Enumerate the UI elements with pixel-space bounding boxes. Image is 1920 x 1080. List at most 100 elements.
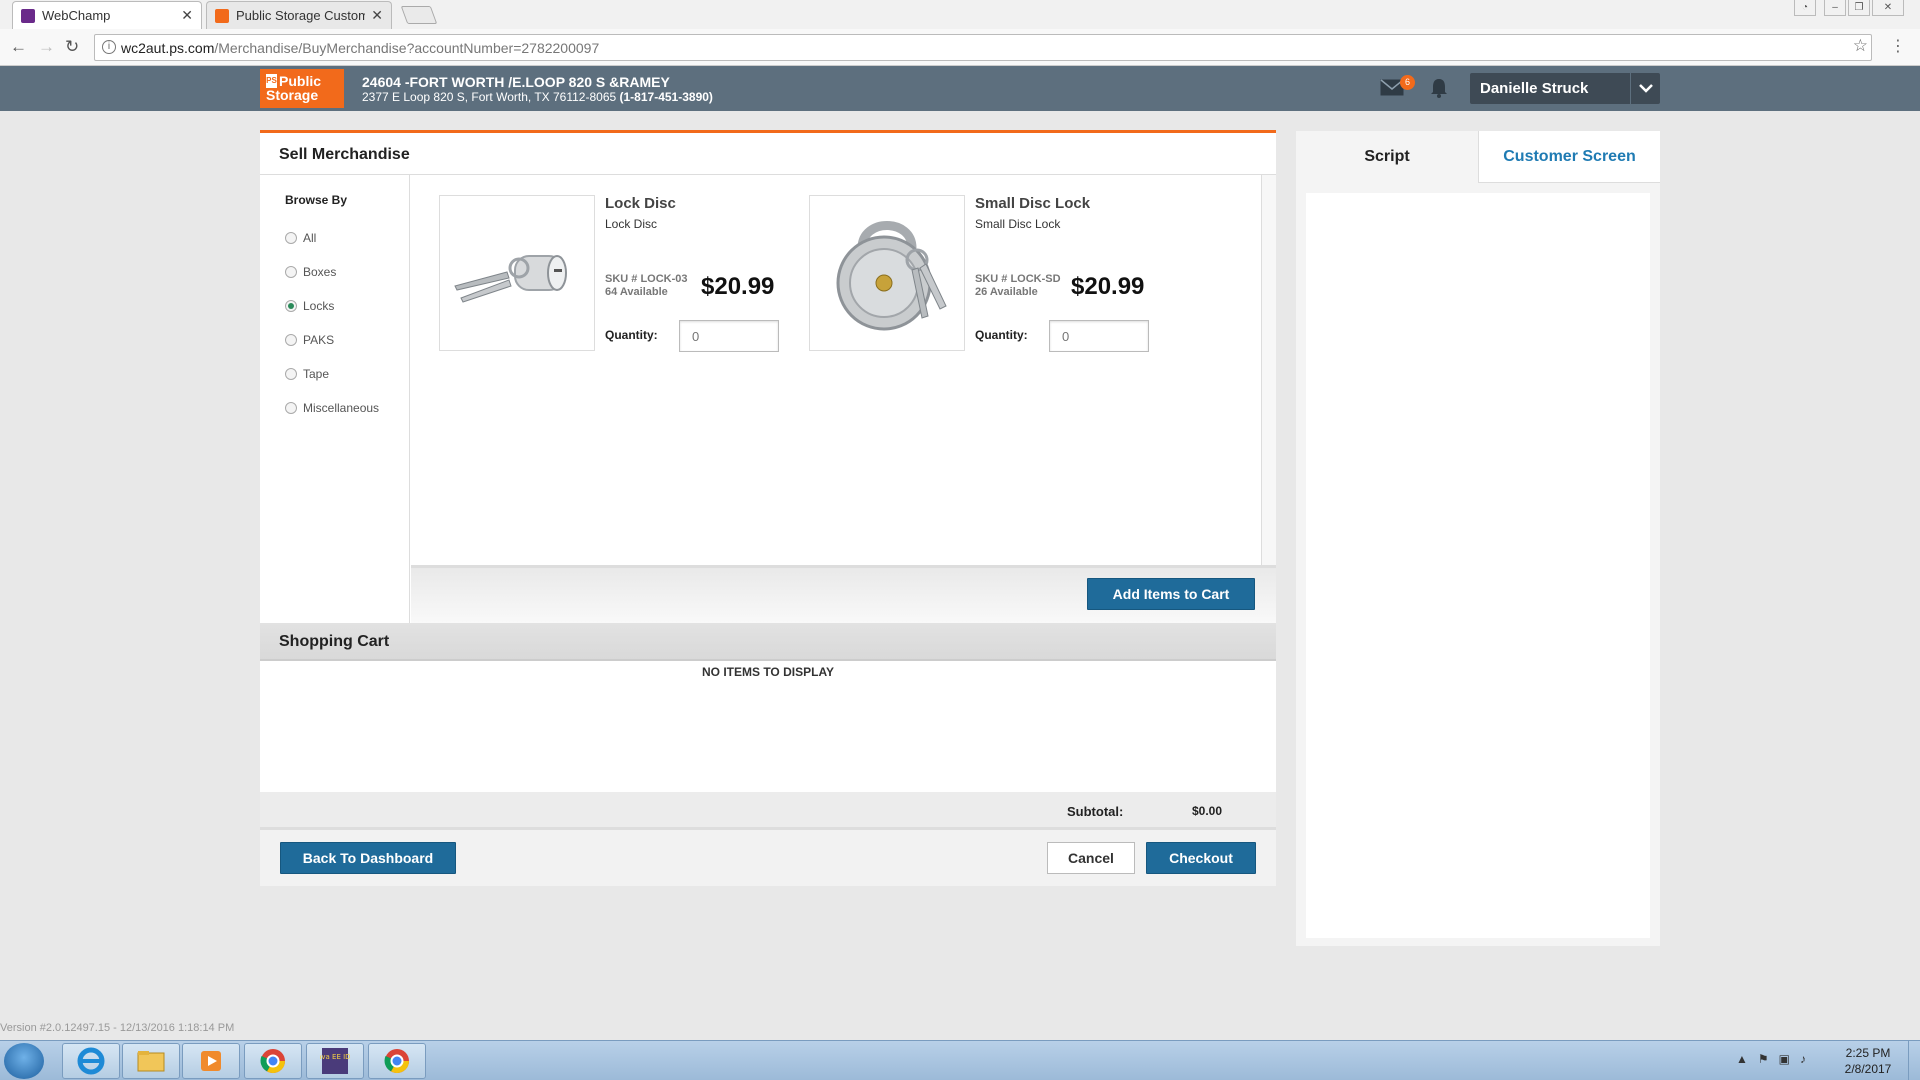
back-arrow-icon[interactable]: ← (10, 37, 27, 57)
java-ee-ide-label: Java EE IDE (320, 1053, 350, 1061)
script-panel: Script Customer Screen (1296, 131, 1660, 946)
bell-icon[interactable] (1428, 77, 1450, 99)
file-explorer-taskbar-icon[interactable] (122, 1043, 180, 1079)
url-host: wc2aut.ps.com (121, 39, 215, 56)
clock-time: 2:25 PM (1845, 1046, 1891, 1060)
java-ee-ide-taskbar-icon[interactable]: Java EE IDE (306, 1043, 364, 1079)
radio-button-selected[interactable] (285, 300, 297, 312)
product-card: Small Disc Lock Small Disc Lock SKU # LO… (809, 195, 1159, 355)
app-header: PS Public Storage 24604 -FORT WORTH /E.LO… (0, 66, 1920, 111)
system-clock[interactable]: 2:25 PM 2/8/2017 (1838, 1045, 1898, 1077)
tab-customer-screen[interactable]: Customer Screen (1478, 131, 1660, 183)
tab-close-icon[interactable]: ✕ (181, 7, 193, 24)
restore-icon[interactable]: ❐ (1848, 0, 1870, 16)
volume-icon[interactable]: ♪ (1800, 1052, 1806, 1066)
checkout-button[interactable]: Checkout (1146, 842, 1256, 874)
close-window-icon[interactable]: ✕ (1872, 0, 1904, 16)
quantity-input[interactable] (1049, 320, 1149, 352)
store-phone: (1-817-451-3890) (619, 90, 713, 104)
add-items-to-cart-button[interactable]: Add Items to Cart (1087, 578, 1255, 610)
new-tab-button[interactable] (400, 6, 438, 24)
add-to-cart-bar: Add Items to Cart (411, 565, 1276, 623)
product-image (809, 195, 965, 351)
radio-button[interactable] (285, 232, 297, 244)
category-radio-all[interactable]: All (285, 229, 316, 247)
radio-button[interactable] (285, 368, 297, 380)
webchamp-favicon-icon (21, 8, 35, 23)
quantity-input[interactable] (679, 320, 779, 352)
back-to-dashboard-button[interactable]: Back To Dashboard (280, 842, 456, 874)
radio-button[interactable] (285, 266, 297, 278)
shopping-cart-header: Shopping Cart (260, 623, 1276, 661)
store-address-line: 2377 E Loop 820 S, Fort Worth, TX 76112-… (362, 90, 713, 104)
cancel-button[interactable]: Cancel (1047, 842, 1135, 874)
category-label: All (303, 231, 317, 245)
product-price: $20.99 (701, 273, 775, 300)
browser-menu-icon[interactable]: ⋮ (1890, 36, 1906, 56)
product-grid: Lock Disc Lock Disc SKU # LOCK-03 64 Ava… (411, 175, 1261, 565)
quantity-label: Quantity: (975, 328, 1028, 342)
public-storage-logo[interactable]: PS Public Storage (260, 69, 344, 108)
radio-button[interactable] (285, 402, 297, 414)
chrome-taskbar-icon[interactable] (368, 1043, 426, 1079)
product-name: Small Disc Lock (975, 195, 1091, 212)
browser-tab-public-storage[interactable]: Public Storage Customer ✕ (206, 1, 392, 29)
tray-expand-icon[interactable]: ▲ (1736, 1052, 1748, 1066)
tab-close-icon[interactable]: ✕ (371, 7, 383, 24)
product-name: Lock Disc (605, 195, 676, 212)
user-name: Danielle Struck (1480, 80, 1589, 97)
category-radio-paks[interactable]: PAKS (285, 331, 334, 349)
category-label: Tape (303, 367, 330, 381)
product-sku-availability: SKU # LOCK-SD 26 Available (975, 273, 1061, 299)
url-input[interactable]: i wc2aut.ps.com/Merchandise/BuyMerchandi… (94, 34, 1872, 61)
chevron-down-icon[interactable] (1630, 73, 1660, 104)
category-label: Miscellaneous (303, 401, 380, 415)
logo-line2: Storage (266, 87, 319, 103)
sell-merchandise-panel: Sell Merchandise Browse By All Boxes Loc… (260, 130, 1276, 886)
chrome-taskbar-icon[interactable] (244, 1043, 302, 1079)
subtotal-bar: Subtotal: $0.00 (260, 792, 1276, 830)
version-text: Version #2.0.12497.15 - 12/13/2016 1:18:… (0, 1022, 235, 1034)
subtotal-label: Subtotal: (1067, 804, 1124, 819)
category-radio-tape[interactable]: Tape (285, 365, 329, 383)
reload-icon[interactable]: ↻ (65, 37, 79, 57)
windows-start-button[interactable] (4, 1043, 44, 1079)
store-name: 24604 -FORT WORTH /E.LOOP 820 S &RAMEY (362, 74, 670, 90)
profile-icon[interactable]: ◔ (1794, 0, 1816, 16)
bookmark-star-icon[interactable]: ☆ (1853, 36, 1868, 56)
public-storage-favicon-icon (215, 8, 229, 23)
product-card: Lock Disc Lock Disc SKU # LOCK-03 64 Ava… (439, 195, 789, 355)
product-scrollbar[interactable] (1261, 175, 1276, 565)
info-icon[interactable]: i (102, 40, 116, 54)
category-radio-boxes[interactable]: Boxes (285, 263, 336, 281)
tab-script[interactable]: Script (1296, 131, 1478, 183)
user-menu-dropdown[interactable]: Danielle Struck (1470, 73, 1660, 104)
show-desktop-button[interactable] (1908, 1041, 1920, 1080)
forward-arrow-icon[interactable]: → (38, 37, 55, 57)
shopping-cart-title: Shopping Cart (279, 633, 390, 650)
product-available: 26 Available (975, 286, 1038, 298)
browse-by-heading: Browse By (285, 193, 348, 207)
network-icon[interactable]: ▣ (1779, 1052, 1790, 1066)
cylinder-lock-keys-icon (454, 255, 567, 303)
product-sku: SKU # LOCK-SD (975, 273, 1061, 285)
mail-count-badge: 6 (1400, 75, 1415, 90)
minimize-icon[interactable]: – (1824, 0, 1846, 16)
ps-mark-icon: PS (266, 74, 277, 88)
category-radio-miscellaneous[interactable]: Miscellaneous (285, 399, 379, 417)
radio-button[interactable] (285, 334, 297, 346)
internet-explorer-taskbar-icon[interactable] (62, 1043, 120, 1079)
product-description: Lock Disc (605, 217, 658, 231)
product-available: 64 Available (605, 286, 668, 298)
product-description: Small Disc Lock (975, 217, 1061, 231)
system-tray: ▲ ⚑ ▣ ♪ (1736, 1052, 1806, 1066)
media-player-taskbar-icon[interactable] (182, 1043, 240, 1079)
browser-tab-webchamp[interactable]: WebChamp ✕ (12, 1, 202, 29)
category-radio-locks[interactable]: Locks (285, 297, 334, 315)
category-label: Locks (303, 299, 335, 313)
quantity-label: Quantity: (605, 328, 658, 342)
cart-actions-bar: Back To Dashboard Cancel Checkout (260, 830, 1276, 886)
product-sku: SKU # LOCK-03 (605, 273, 688, 285)
action-center-flag-icon[interactable]: ⚑ (1758, 1052, 1769, 1066)
disc-lock-icon (836, 221, 947, 331)
